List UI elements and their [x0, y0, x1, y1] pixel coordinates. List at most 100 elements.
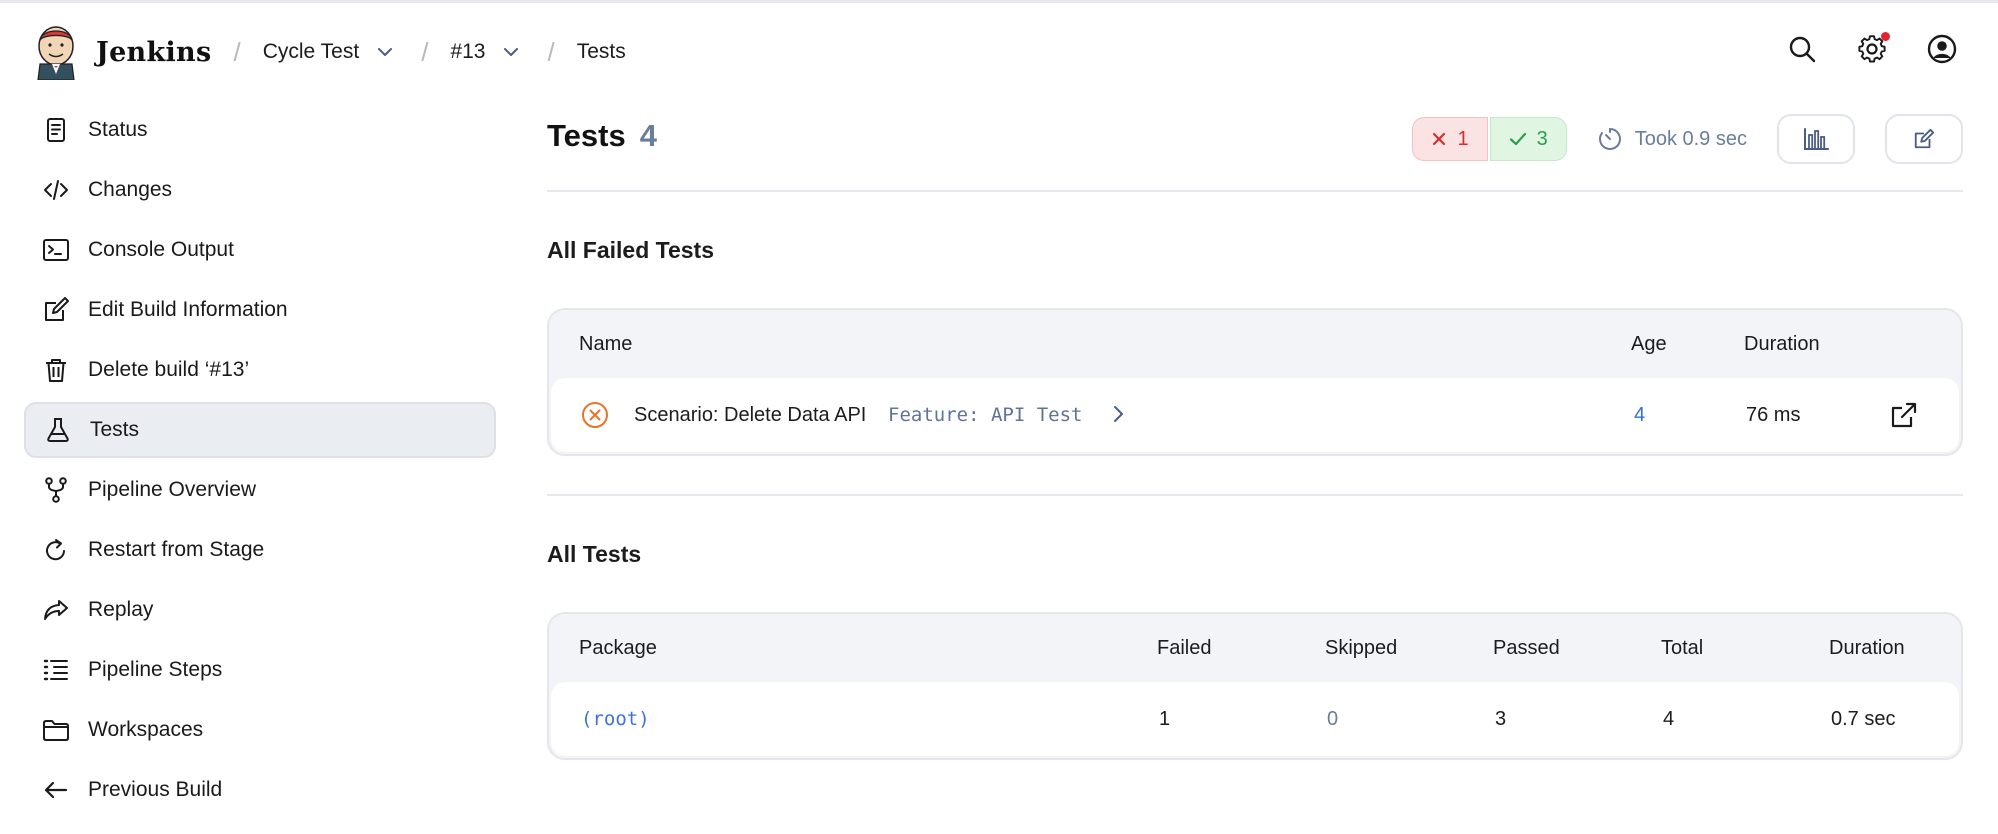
sidebar-item-delete-build[interactable]: Delete build ‘#13’ [24, 342, 496, 398]
code-icon [42, 176, 70, 204]
branch-icon [42, 476, 70, 504]
sidebar-item-label: Delete build ‘#13’ [88, 358, 250, 381]
flask-icon [44, 416, 72, 444]
failed-count-badge[interactable]: 1 [1412, 117, 1488, 161]
sidebar-item-label: Pipeline Steps [88, 658, 223, 681]
duration-summary: Took 0.9 sec [1597, 126, 1747, 152]
passed-count: 3 [1536, 127, 1548, 150]
chevron-down-icon[interactable] [375, 42, 395, 62]
sidebar-item-previous-build[interactable]: Previous Build [24, 762, 496, 818]
app-header: Jenkins / Cycle Test / #13 / Tests [0, 3, 1998, 101]
sidebar-item-edit-build-information[interactable]: Edit Build Information [24, 282, 496, 338]
search-icon[interactable] [1786, 33, 1818, 65]
column-total[interactable]: Total [1661, 637, 1703, 660]
skipped-value[interactable]: 0 [1327, 708, 1338, 731]
test-name[interactable]: Scenario: Delete Data API [634, 404, 866, 427]
column-duration[interactable]: Duration [1744, 333, 1820, 356]
table-row[interactable]: Scenario: Delete Data API Feature: API T… [551, 378, 1959, 452]
breadcrumb-separator: / [421, 36, 429, 67]
failed-tests-table: Name Age Duration Scenario: Delete Data … [547, 308, 1963, 456]
table-header: Package Failed Skipped Passed Total Dura… [549, 614, 1961, 682]
sidebar-item-label: Restart from Stage [88, 538, 265, 561]
passed-value: 3 [1495, 707, 1507, 730]
test-feature[interactable]: Feature: API Test [888, 404, 1082, 426]
sidebar-item-replay[interactable]: Replay [24, 582, 496, 638]
sidebar-item-tests[interactable]: Tests [24, 402, 496, 458]
sidebar-item-label: Previous Build [88, 778, 223, 801]
sidebar-item-label: Changes [88, 178, 173, 201]
duration-value: 0.7 sec [1831, 707, 1896, 730]
failed-tests-heading: All Failed Tests [547, 236, 715, 263]
external-link-icon[interactable] [1889, 400, 1919, 436]
sidebar-item-console-output[interactable]: Console Output [24, 222, 496, 278]
sidebar-item-label: Workspaces [88, 718, 204, 741]
steps-icon [42, 656, 70, 684]
test-duration: 76 ms [1746, 403, 1801, 426]
status-icon [42, 116, 70, 144]
edit-icon [42, 296, 70, 324]
notification-dot [1881, 32, 1890, 41]
chevron-down-icon[interactable] [501, 42, 521, 62]
page-title: Tests [547, 118, 626, 153]
sidebar-item-changes[interactable]: Changes [24, 162, 496, 218]
chevron-right-icon[interactable] [1111, 404, 1125, 430]
trash-icon [42, 356, 70, 384]
breadcrumb-cycle-test[interactable]: Cycle Test [263, 40, 359, 64]
main-content: Tests 4 1 3 Took 0.9 sec All Failed Test… [547, 102, 1963, 760]
edit-button[interactable] [1885, 114, 1963, 164]
column-duration[interactable]: Duration [1829, 637, 1905, 660]
header-actions [1786, 32, 1958, 65]
sidebar-item-label: Tests [90, 418, 140, 441]
took-label: Took 0.9 sec [1634, 127, 1747, 150]
total-value: 4 [1663, 707, 1675, 730]
test-count: 4 [639, 118, 657, 153]
edit-icon [1914, 128, 1935, 149]
breadcrumb-tests[interactable]: Tests [577, 40, 626, 64]
passed-count-badge[interactable]: 3 [1489, 117, 1567, 161]
column-failed[interactable]: Failed [1157, 637, 1211, 660]
column-age[interactable]: Age [1631, 333, 1667, 356]
breadcrumb-separator: / [233, 36, 241, 67]
sidebar-item-label: Edit Build Information [88, 298, 288, 321]
sidebar-item-pipeline-steps[interactable]: Pipeline Steps [24, 642, 496, 698]
gear-icon[interactable] [1856, 32, 1890, 65]
arrow-left-icon [42, 776, 70, 804]
timer-icon [1598, 128, 1621, 150]
breadcrumb-build-13[interactable]: #13 [450, 40, 485, 64]
bar-chart-icon [1804, 128, 1829, 150]
column-name[interactable]: Name [579, 333, 632, 356]
sidebar-item-label: Console Output [88, 238, 234, 261]
close-icon [1433, 132, 1446, 146]
sidebar-item-label: Status [88, 118, 148, 141]
trend-chart-button[interactable] [1777, 114, 1855, 164]
sidebar-item-workspaces[interactable]: Workspaces [24, 702, 496, 758]
all-tests-heading: All Tests [547, 540, 642, 567]
sidebar-item-status[interactable]: Status [24, 102, 496, 158]
failed-status-icon [581, 401, 609, 435]
brand-name[interactable]: Jenkins [96, 37, 211, 68]
folder-icon [42, 716, 70, 744]
table-row: (root) 1 0 3 4 0.7 sec [551, 682, 1959, 756]
all-tests-table: Package Failed Skipped Passed Total Dura… [547, 612, 1963, 760]
failed-value: 1 [1159, 707, 1171, 730]
sidebar-item-label: Replay [88, 598, 154, 621]
user-icon[interactable] [1926, 33, 1958, 65]
sidebar-item-pipeline-overview[interactable]: Pipeline Overview [24, 462, 496, 518]
sidebar: Status Changes Console Output Edit Build… [24, 102, 496, 822]
terminal-icon [42, 236, 70, 264]
column-package[interactable]: Package [579, 637, 657, 660]
test-age-link[interactable]: 4 [1634, 404, 1645, 427]
sidebar-item-restart-from-stage[interactable]: Restart from Stage [24, 522, 496, 578]
restart-icon [42, 536, 70, 564]
jenkins-logo[interactable] [34, 24, 78, 80]
failed-count: 1 [1457, 127, 1469, 150]
column-skipped[interactable]: Skipped [1325, 637, 1397, 660]
replay-icon [42, 596, 70, 624]
package-link[interactable]: (root) [581, 708, 650, 730]
breadcrumb-separator: / [547, 36, 555, 67]
test-summary: 1 3 Took 0.9 sec [1412, 114, 1963, 164]
sidebar-item-label: Pipeline Overview [88, 478, 257, 501]
title-row: Tests 4 1 3 Took 0.9 sec [547, 102, 1963, 170]
column-passed[interactable]: Passed [1493, 637, 1560, 660]
table-header: Name Age Duration [549, 310, 1961, 378]
